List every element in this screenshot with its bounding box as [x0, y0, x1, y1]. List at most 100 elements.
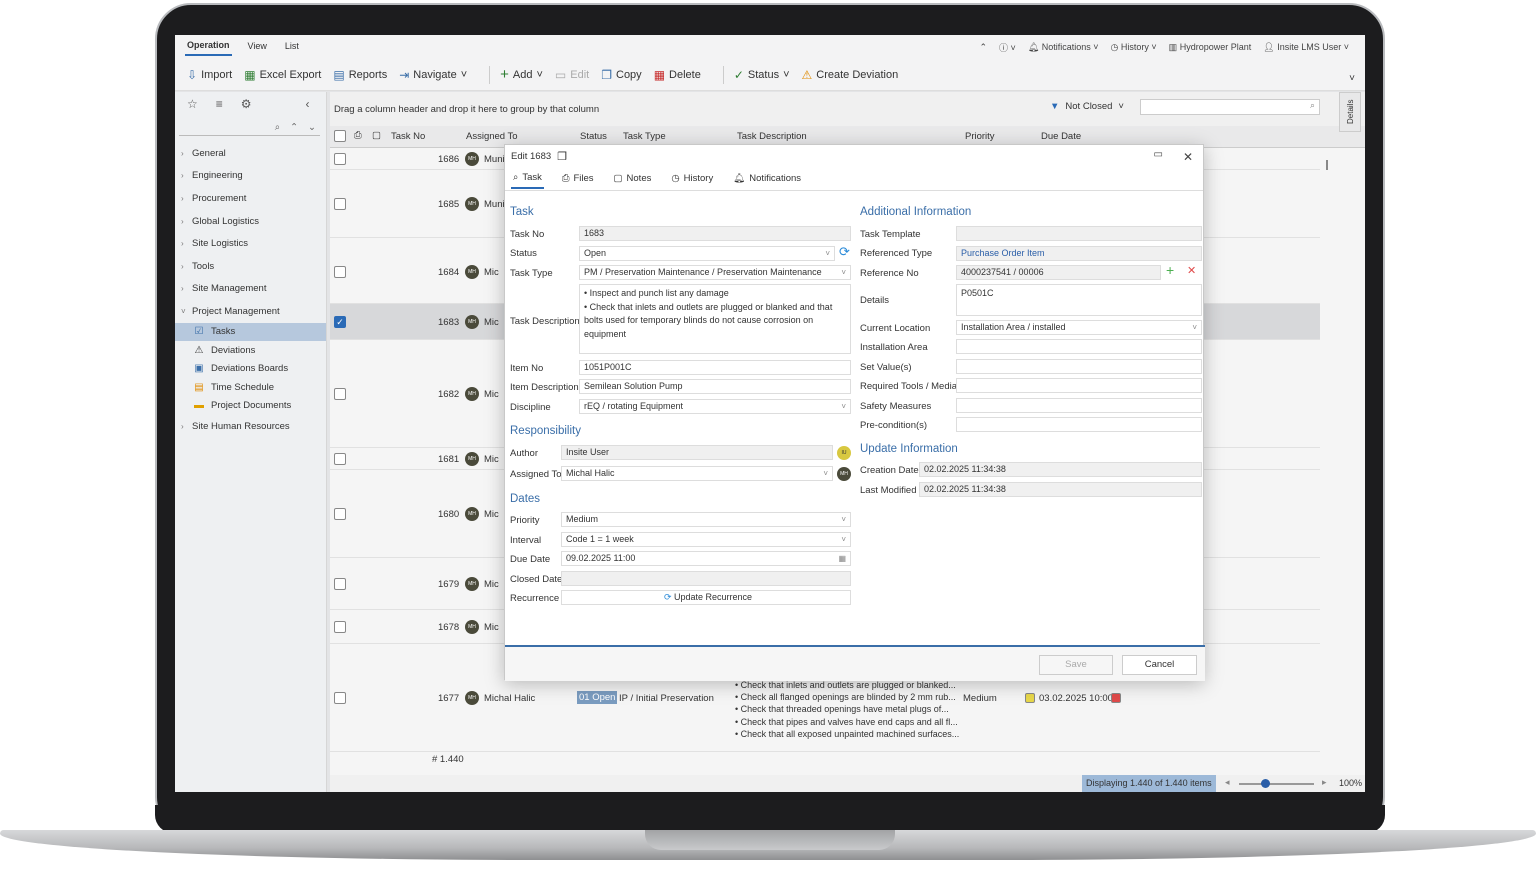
tab-notes[interactable]: ▢ Notes — [612, 169, 654, 188]
list-icon[interactable]: ≡ — [216, 97, 223, 111]
menu-tab-view[interactable]: View — [246, 39, 269, 55]
user-menu[interactable]: 👤︎ Insite LMS User ˅ — [1263, 42, 1349, 53]
sidebar-item-project-documents[interactable]: ▬ Project Documents — [175, 396, 326, 414]
set-values-field[interactable] — [956, 359, 1202, 374]
select-all-checkbox[interactable] — [334, 130, 346, 142]
row-checkbox[interactable] — [334, 508, 346, 520]
sidebar-search[interactable]: ⌕ ⌃ ⌄ — [179, 120, 320, 136]
col-task-description[interactable]: Task Description — [737, 131, 807, 142]
row-checkbox[interactable] — [334, 153, 346, 165]
collapse-sidebar-icon[interactable]: ‹ — [306, 97, 310, 111]
star-icon[interactable]: ☆ — [187, 97, 198, 111]
sidebar-item-procurement[interactable]: › Procurement — [175, 187, 326, 210]
collapse-all-icon[interactable]: ⌃ — [290, 122, 298, 133]
copy-icon[interactable]: ❐ — [557, 150, 567, 163]
plant-selector[interactable]: ▥ Hydropower Plant — [1169, 42, 1252, 53]
current-location-select[interactable]: Installation Area / installed ˅ — [956, 320, 1202, 335]
save-button[interactable]: Save — [1039, 655, 1113, 675]
sidebar-item-engineering[interactable]: › Engineering — [175, 165, 326, 188]
task-type-select[interactable]: PM / Preservation Maintenance / Preserva… — [579, 265, 851, 280]
reports-button[interactable]: ▤ Reports — [333, 68, 387, 82]
navigate-button[interactable]: ⇥ Navigate ˅ — [399, 68, 467, 82]
remove-reference-icon[interactable]: ✕ — [1187, 264, 1196, 277]
col-priority[interactable]: Priority — [965, 131, 995, 142]
installation-area-field[interactable] — [956, 339, 1202, 354]
safety-measures-field[interactable] — [956, 398, 1202, 413]
menu-tab-operation[interactable]: Operation — [185, 38, 232, 56]
refresh-icon[interactable]: ⟳ — [839, 244, 850, 260]
grid-search-input[interactable]: ⌕ — [1140, 99, 1320, 115]
row-checkbox[interactable] — [334, 453, 346, 465]
required-tools-field[interactable] — [956, 378, 1202, 393]
close-icon[interactable]: ✕ — [1183, 150, 1193, 164]
discipline-select[interactable]: rEQ / rotating Equipment ˅ — [579, 399, 851, 414]
notifications-menu[interactable]: 🔔︎ Notifications ˅ — [1028, 42, 1099, 53]
collapse-icon[interactable]: ⌃ — [979, 42, 987, 53]
sidebar-item-tools[interactable]: › Tools — [175, 255, 326, 278]
due-date-field[interactable]: 09.02.2025 11:00 ▦ — [561, 551, 851, 566]
add-reference-icon[interactable]: + — [1166, 262, 1174, 278]
col-assigned-to[interactable]: Assigned To — [466, 131, 518, 142]
expand-all-icon[interactable]: ⌄ — [308, 122, 316, 133]
details-textarea[interactable]: P0501C — [956, 284, 1202, 316]
assigned-to-select[interactable]: Michal Halic ˅ — [561, 466, 833, 481]
item-description-field[interactable]: Semilean Solution Pump — [579, 379, 851, 394]
col-status[interactable]: Status — [580, 131, 607, 142]
col-task-no[interactable]: Task No — [391, 131, 425, 142]
row-checkbox[interactable] — [334, 198, 346, 210]
details-panel-tab[interactable]: Details — [1339, 92, 1361, 132]
menu-tab-list[interactable]: List — [283, 39, 301, 55]
sidebar-item-global-logistics[interactable]: › Global Logistics — [175, 210, 326, 233]
update-recurrence-button[interactable]: ⟳ Update Recurrence — [561, 590, 851, 605]
sidebar-item-site-logistics[interactable]: › Site Logistics — [175, 232, 326, 255]
sidebar-item-tasks[interactable]: ☑ Tasks — [175, 322, 326, 342]
col-task-type[interactable]: Task Type — [623, 131, 666, 142]
delete-button[interactable]: ▦ Delete — [654, 68, 701, 82]
history-menu[interactable]: ◷ History ˅ — [1111, 42, 1157, 53]
row-checkbox[interactable] — [334, 388, 346, 400]
cancel-button[interactable]: Cancel — [1122, 655, 1197, 675]
tab-notifications[interactable]: 🔔︎ Notifications — [731, 169, 803, 188]
priority-select[interactable]: Medium ˅ — [561, 512, 851, 527]
row-checkbox[interactable] — [334, 578, 346, 590]
row-checkbox[interactable] — [334, 621, 346, 633]
edit-button[interactable]: ▭ Edit — [555, 68, 589, 82]
scrollbar[interactable] — [1326, 160, 1328, 170]
preconditions-field[interactable] — [956, 417, 1202, 432]
sidebar-item-deviations[interactable]: ⚠ Deviations — [175, 341, 326, 359]
tab-history[interactable]: ◷ History — [669, 169, 715, 188]
row-checkbox-checked[interactable]: ✓ — [334, 316, 346, 328]
zoom-out-icon[interactable]: ◂ — [1225, 777, 1230, 788]
import-button[interactable]: ⇩ Import — [187, 68, 232, 82]
col-due-date[interactable]: Due Date — [1041, 131, 1081, 142]
status-filter[interactable]: ▼ Not Closed ˅ — [1050, 101, 1124, 112]
sidebar-item-site-human-resources[interactable]: › Site Human Resources — [175, 415, 326, 438]
sidebar-item-project-management[interactable]: ˅ Project Management — [175, 300, 326, 323]
referenced-type-field[interactable]: Purchase Order Item — [956, 246, 1202, 261]
sidebar-item-general[interactable]: › General — [175, 142, 326, 165]
row-checkbox[interactable] — [334, 266, 346, 278]
sidebar-item-deviations-boards[interactable]: ▣ Deviations Boards — [175, 360, 326, 378]
zoom-in-icon[interactable]: ▸ — [1322, 777, 1327, 788]
sidebar-item-time-schedule[interactable]: ▤ Time Schedule — [175, 378, 326, 396]
status-button[interactable]: ✓ Status ˅ — [734, 68, 790, 82]
task-description-textarea[interactable]: • Inspect and punch list any damage • Ch… — [579, 284, 851, 354]
excel-export-button[interactable]: ▦ Excel Export — [244, 68, 321, 82]
zoom-slider[interactable] — [1239, 783, 1314, 785]
expand-toolbar-icon[interactable]: ˅ — [1349, 73, 1355, 84]
create-deviation-button[interactable]: ⚠ Create Deviation — [802, 68, 899, 82]
calendar-icon[interactable]: ▦ — [838, 552, 846, 565]
maximize-icon[interactable]: ▭ — [1154, 149, 1163, 160]
add-button[interactable]: + Add ˅ — [500, 66, 543, 83]
tab-task[interactable]: ⌕ Task — [511, 168, 544, 189]
settings-icon[interactable]: ⚙ — [241, 97, 252, 111]
interval-select[interactable]: Code 1 = 1 week ˅ — [561, 532, 851, 547]
zoom-slider-handle[interactable] — [1261, 779, 1270, 788]
status-select[interactable]: Open ˅ — [579, 246, 835, 261]
sidebar-item-site-management[interactable]: › Site Management — [175, 278, 326, 301]
item-no-field[interactable]: 1051P001C — [579, 360, 851, 375]
help-icon[interactable]: ⓘ ˅ — [999, 41, 1016, 54]
tab-files[interactable]: ⎙ Files — [560, 169, 596, 188]
row-checkbox[interactable] — [334, 692, 346, 704]
copy-button[interactable]: ❐ Copy — [601, 68, 641, 82]
